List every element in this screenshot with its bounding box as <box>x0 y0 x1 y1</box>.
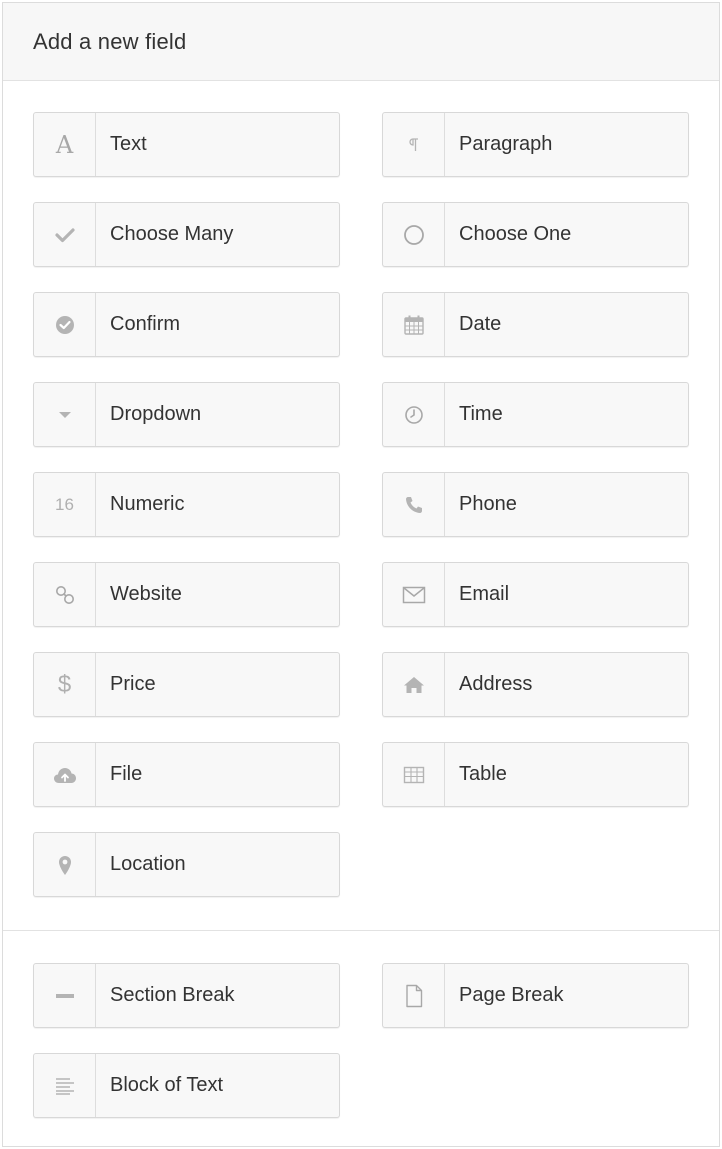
field-label: Page Break <box>459 984 564 1006</box>
field-label: Date <box>459 313 502 335</box>
field-label: File <box>110 763 143 785</box>
field-button-file[interactable]: File <box>33 742 340 807</box>
field-button-choose-many[interactable]: Choose Many <box>33 202 340 267</box>
field-label: Phone <box>459 493 517 515</box>
field-label: Numeric <box>110 493 185 515</box>
map-pin-icon <box>34 833 96 896</box>
add-field-panel: Add a new field A Text Paragraph Choose … <box>2 2 720 1147</box>
phone-icon <box>383 473 445 536</box>
field-button-choose-one[interactable]: Choose One <box>382 202 689 267</box>
field-button-date[interactable]: Date <box>382 292 689 357</box>
link-icon <box>34 563 96 626</box>
check-circle-icon <box>34 293 96 356</box>
dollar-icon: $ <box>34 653 96 716</box>
field-button-time[interactable]: Time <box>382 382 689 447</box>
layout-element-grid: Section Break Page Break Block of Text <box>3 931 719 1118</box>
field-label: Text <box>110 133 147 155</box>
text-block-icon <box>34 1054 96 1117</box>
radio-circle-icon <box>383 203 445 266</box>
number-16-icon: 16 <box>34 473 96 536</box>
field-label: Paragraph <box>459 133 553 155</box>
field-label: Dropdown <box>110 403 202 425</box>
field-label: Address <box>459 673 533 695</box>
field-button-price[interactable]: $ Price <box>33 652 340 717</box>
field-label: Block of Text <box>110 1074 224 1096</box>
field-label: Website <box>110 583 182 605</box>
field-label: Confirm <box>110 313 181 335</box>
field-button-address[interactable]: Address <box>382 652 689 717</box>
caret-down-icon <box>34 383 96 446</box>
clock-icon <box>383 383 445 446</box>
field-label: Section Break <box>110 984 235 1006</box>
horizontal-rule-icon <box>34 964 96 1027</box>
field-button-website[interactable]: Website <box>33 562 340 627</box>
field-button-text[interactable]: A Text <box>33 112 340 177</box>
table-icon <box>383 743 445 806</box>
panel-header: Add a new field <box>3 3 719 81</box>
text-icon: A <box>34 113 96 176</box>
page-icon <box>383 964 445 1027</box>
field-button-location[interactable]: Location <box>33 832 340 897</box>
field-label: Location <box>110 853 186 875</box>
paragraph-icon <box>383 113 445 176</box>
field-button-block-of-text[interactable]: Block of Text <box>33 1053 340 1118</box>
field-button-dropdown[interactable]: Dropdown <box>33 382 340 447</box>
field-label: Choose Many <box>110 223 234 245</box>
field-button-section-break[interactable]: Section Break <box>33 963 340 1028</box>
field-label: Price <box>110 673 156 695</box>
field-button-numeric[interactable]: 16 Numeric <box>33 472 340 537</box>
calendar-icon <box>383 293 445 356</box>
field-label: Choose One <box>459 223 572 245</box>
field-type-grid: A Text Paragraph Choose Many Choose One <box>3 81 719 930</box>
field-button-paragraph[interactable]: Paragraph <box>382 112 689 177</box>
field-label: Email <box>459 583 510 605</box>
field-button-phone[interactable]: Phone <box>382 472 689 537</box>
checkmark-icon <box>34 203 96 266</box>
field-button-confirm[interactable]: Confirm <box>33 292 340 357</box>
envelope-icon <box>383 563 445 626</box>
field-label: Table <box>459 763 507 785</box>
field-button-email[interactable]: Email <box>382 562 689 627</box>
panel-title: Add a new field <box>33 28 187 54</box>
field-label: Time <box>459 403 503 425</box>
cloud-upload-icon <box>34 743 96 806</box>
field-button-page-break[interactable]: Page Break <box>382 963 689 1028</box>
field-button-table[interactable]: Table <box>382 742 689 807</box>
home-icon <box>383 653 445 716</box>
